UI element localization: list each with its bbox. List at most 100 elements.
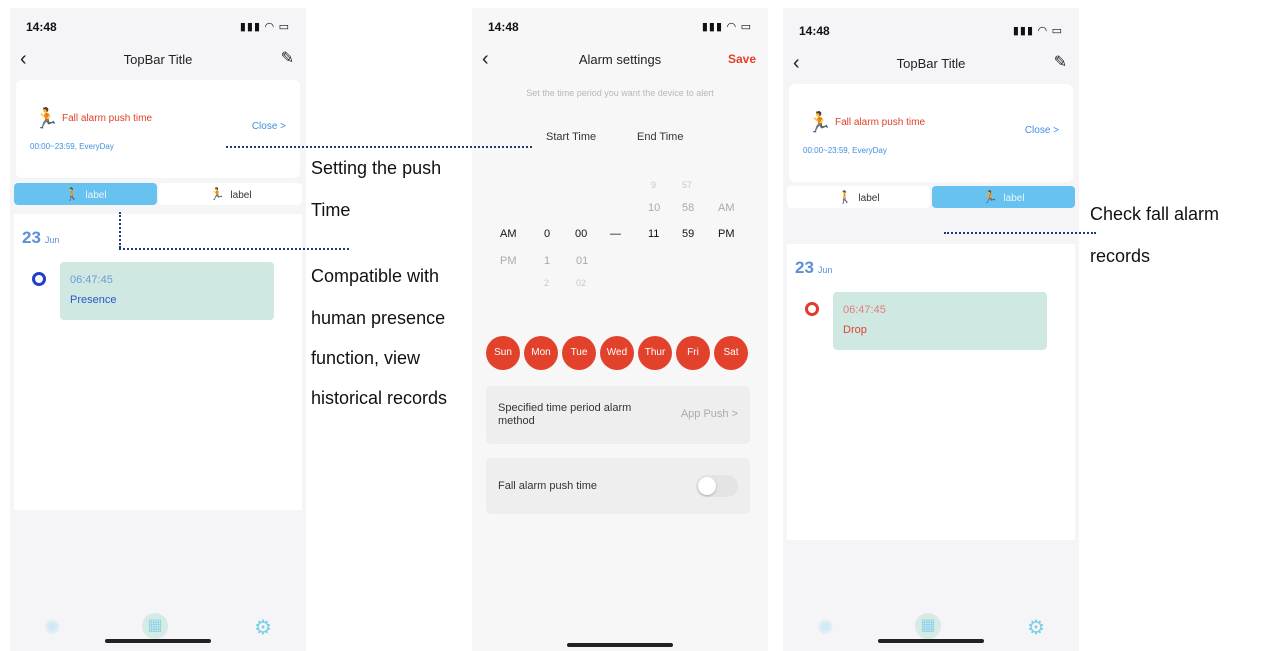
status-bar: 14:48 ▮▮▮ ◠ ▭ (10, 18, 306, 38)
picker-start-hour-option[interactable]: 1 (544, 255, 550, 267)
close-button[interactable]: Close > (1025, 125, 1059, 136)
picker-start-hour[interactable]: 0 (544, 228, 550, 240)
status-time: 14:48 (799, 24, 830, 38)
record-status: Drop (843, 324, 867, 336)
callout-text: Check fall alarm (1090, 204, 1220, 224)
alarm-method-label: Specified time period alarm method (498, 402, 632, 427)
signal-icon: ▮▮▮ ◠ ▭ (701, 21, 752, 33)
records-list: 23 Jun 06:47:45 Presence (14, 214, 302, 510)
day-sat[interactable]: Sat (714, 336, 748, 370)
screen-alarm-settings: 14:48 ▮▮▮ ◠ ▭ ‹ Alarm settings Save Set … (472, 8, 768, 651)
fall-alarm-card[interactable]: 🏃 Fall alarm push time Close > 00:00~23:… (789, 84, 1073, 182)
picker-end-minute-option[interactable]: 58 (682, 202, 694, 214)
alarm-method-value[interactable]: App Push > (681, 408, 738, 420)
tab-label: label (230, 190, 252, 201)
picker-start-hour-option[interactable]: 2 (544, 278, 549, 288)
fall-push-label: Fall alarm push time (498, 480, 598, 492)
callout-line-push-time (226, 146, 532, 148)
signal-icon: ▮▮▮ ◠ ▭ (239, 21, 290, 33)
gear-icon[interactable]: ⚙ (254, 615, 272, 640)
callout-push-time: Setting the push Time (311, 157, 441, 221)
callout-text: Time (311, 200, 351, 220)
tab-fall[interactable]: 🏃 label (159, 183, 302, 205)
list-item[interactable]: 06:47:45 Presence (60, 262, 274, 320)
fall-alarm-icon: 🏃 (34, 108, 59, 130)
fall-alarm-label: Fall alarm push time (835, 117, 926, 128)
picker-start-minute-option[interactable]: 02 (576, 278, 586, 288)
page-title: TopBar Title (896, 56, 966, 71)
edit-icon[interactable]: ✎ (1054, 52, 1067, 72)
edit-icon[interactable]: ✎ (281, 48, 294, 68)
picker-end-hour-option[interactable]: 10 (648, 202, 660, 214)
day-thur[interactable]: Thur (638, 336, 672, 370)
grid-icon[interactable]: ▦ (915, 613, 941, 639)
list-item[interactable]: 06:47:45 Drop (833, 292, 1047, 350)
record-time: 06:47:45 (843, 304, 886, 316)
walking-icon: 🚶 (64, 187, 80, 201)
date-month: Jun (817, 265, 833, 275)
alarm-method-row[interactable]: Specified time period alarm method App P… (486, 386, 750, 444)
callout-line-compat (119, 248, 349, 250)
fall-alarm-icon: 🏃 (807, 112, 832, 134)
page-title: TopBar Title (123, 52, 193, 67)
save-button[interactable]: Save (728, 52, 756, 66)
grid-icon[interactable]: ▦ (142, 613, 168, 639)
date-header: 23 Jun (22, 228, 59, 248)
day-sun[interactable]: Sun (486, 336, 520, 370)
loading-icon[interactable]: ✺ (817, 615, 834, 640)
bottom-nav: ✺ ▦ ⚙ (783, 611, 1079, 651)
picker-start-ampm[interactable]: AM (500, 228, 517, 240)
walking-icon: 🚶 (837, 190, 853, 204)
top-bar: ‹ TopBar Title ✎ (783, 52, 1079, 76)
tab-presence[interactable]: 🚶 label (14, 183, 157, 205)
home-indicator (105, 639, 211, 643)
fall-alarm-card[interactable]: 🏃 Fall alarm push time Close > 00:00~23:… (16, 80, 300, 178)
status-time: 14:48 (488, 20, 519, 34)
push-time-range: 00:00~23:59, EveryDay (30, 142, 114, 151)
day-tue[interactable]: Tue (562, 336, 596, 370)
callout-text: historical records (311, 388, 448, 408)
date-header: 23 Jun (795, 258, 832, 278)
gear-icon[interactable]: ⚙ (1027, 615, 1045, 640)
picker-end-minute-option[interactable]: 57 (682, 180, 692, 190)
records-list: 23 Jun 06:47:45 Drop (787, 244, 1075, 540)
day-mon[interactable]: Mon (524, 336, 558, 370)
callout-text: Compatible with (311, 266, 440, 286)
picker-end-hour-option[interactable]: 9 (651, 180, 656, 190)
fall-icon: 🏃 (982, 190, 998, 204)
picker-start-ampm-option[interactable]: PM (500, 255, 517, 267)
end-time-header: End Time (637, 131, 684, 143)
picker-start-minute-option[interactable]: 01 (576, 255, 588, 267)
picker-end-hour[interactable]: 11 (648, 228, 659, 240)
picker-end-ampm[interactable]: PM (718, 228, 735, 240)
timeline-dot (805, 302, 819, 316)
fall-push-toggle[interactable] (696, 475, 738, 497)
day-fri[interactable]: Fri (676, 336, 710, 370)
callout-text: records (1090, 246, 1151, 266)
callout-text: function, view (311, 348, 421, 368)
picker-start-minute[interactable]: 00 (575, 228, 587, 240)
toggle-knob (698, 477, 716, 495)
loading-icon[interactable]: ✺ (44, 615, 61, 640)
home-indicator (878, 639, 984, 643)
tab-fall[interactable]: 🏃 label (932, 186, 1075, 208)
record-tabs: 🚶 label 🏃 label (787, 186, 1075, 210)
start-time-header: Start Time (546, 131, 597, 143)
record-status: Presence (70, 294, 117, 306)
fall-push-row: Fall alarm push time (486, 458, 750, 514)
tab-presence[interactable]: 🚶 label (787, 186, 930, 208)
record-tabs: 🚶 label 🏃 label (14, 183, 302, 207)
tab-label: label (858, 193, 880, 204)
close-button[interactable]: Close > (252, 121, 286, 132)
date-day: 23 (22, 228, 41, 247)
top-bar: ‹ TopBar Title ✎ (10, 48, 306, 72)
picker-end-ampm-option[interactable]: AM (718, 202, 735, 214)
status-bar: 14:48 ▮▮▮ ◠ ▭ (472, 18, 768, 38)
picker-end-minute[interactable]: 59 (682, 228, 694, 240)
day-wed[interactable]: Wed (600, 336, 634, 370)
bottom-nav: ✺ ▦ ⚙ (10, 611, 306, 651)
top-bar: ‹ Alarm settings Save (472, 48, 768, 72)
screen-fall-records: 14:48 ▮▮▮ ◠ ▭ ‹ TopBar Title ✎ 🏃 Fall al… (783, 8, 1079, 651)
callout-text: human presence (311, 308, 446, 328)
status-time: 14:48 (26, 20, 57, 34)
